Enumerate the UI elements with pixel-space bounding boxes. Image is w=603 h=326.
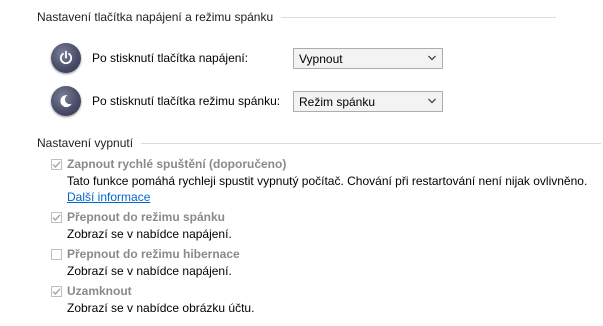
fast-startup-description: Tato funkce pomáhá rychleji spustit vypn… <box>67 174 588 188</box>
lock-description: Zobrazí se v nabídce obrázku účtu. <box>67 301 255 315</box>
sleep-moon-icon <box>51 86 81 116</box>
shutdown-settings-section-header: Nastavení vypnutí <box>37 136 602 150</box>
more-info-link[interactable]: Další informace <box>67 190 587 204</box>
lock-title: Uzamknout <box>67 284 132 298</box>
sleep-checkbox[interactable] <box>51 212 62 223</box>
sleep-button-label: Po stisknutí tlačítka režimu spánku: <box>92 94 281 108</box>
lock-checkbox[interactable] <box>51 286 62 297</box>
power-button-action-select[interactable]: Vypnout <box>293 48 443 69</box>
hibernate-description: Zobrazí se v nabídce napájení. <box>67 264 232 278</box>
section-title: Nastavení vypnutí <box>37 136 134 150</box>
fast-startup-title: Zapnout rychlé spuštění (doporučeno) <box>67 157 287 171</box>
hibernate-option: Přepnout do režimu hibernace Zobrazí se … <box>51 247 240 278</box>
sleep-button-action-value: Režim spánku <box>299 94 376 109</box>
fast-startup-checkbox[interactable] <box>51 159 62 170</box>
section-divider <box>141 142 602 144</box>
checkmark-icon <box>52 288 61 295</box>
chevron-down-icon <box>428 55 436 61</box>
sleep-description: Zobrazí se v nabídce napájení. <box>67 227 232 241</box>
lock-option: Uzamknout Zobrazí se v nabídce obrázku ú… <box>51 284 254 315</box>
section-title: Nastavení tlačítka napájení a režimu spá… <box>37 10 274 24</box>
sleep-title: Přepnout do režimu spánku <box>67 210 226 224</box>
checkmark-icon <box>52 214 61 221</box>
hibernate-checkbox[interactable] <box>51 249 62 260</box>
sleep-option: Přepnout do režimu spánku Zobrazí se v n… <box>51 210 232 241</box>
section-divider <box>281 16 557 18</box>
power-button-label: Po stisknutí tlačítka napájení: <box>92 51 249 65</box>
chevron-down-icon <box>428 98 436 104</box>
power-button-action-value: Vypnout <box>299 51 343 66</box>
hibernate-title: Přepnout do režimu hibernace <box>67 247 240 261</box>
checkmark-icon <box>52 161 61 168</box>
power-icon <box>51 43 81 73</box>
power-buttons-section-header: Nastavení tlačítka napájení a režimu spá… <box>37 10 557 24</box>
fast-startup-option: Zapnout rychlé spuštění (doporučeno) Tat… <box>51 157 587 204</box>
sleep-button-action-select[interactable]: Režim spánku <box>293 91 443 112</box>
power-button-row: Po stisknutí tlačítka napájení: Vypnout <box>51 43 443 73</box>
sleep-button-row: Po stisknutí tlačítka režimu spánku: Rež… <box>51 86 443 116</box>
